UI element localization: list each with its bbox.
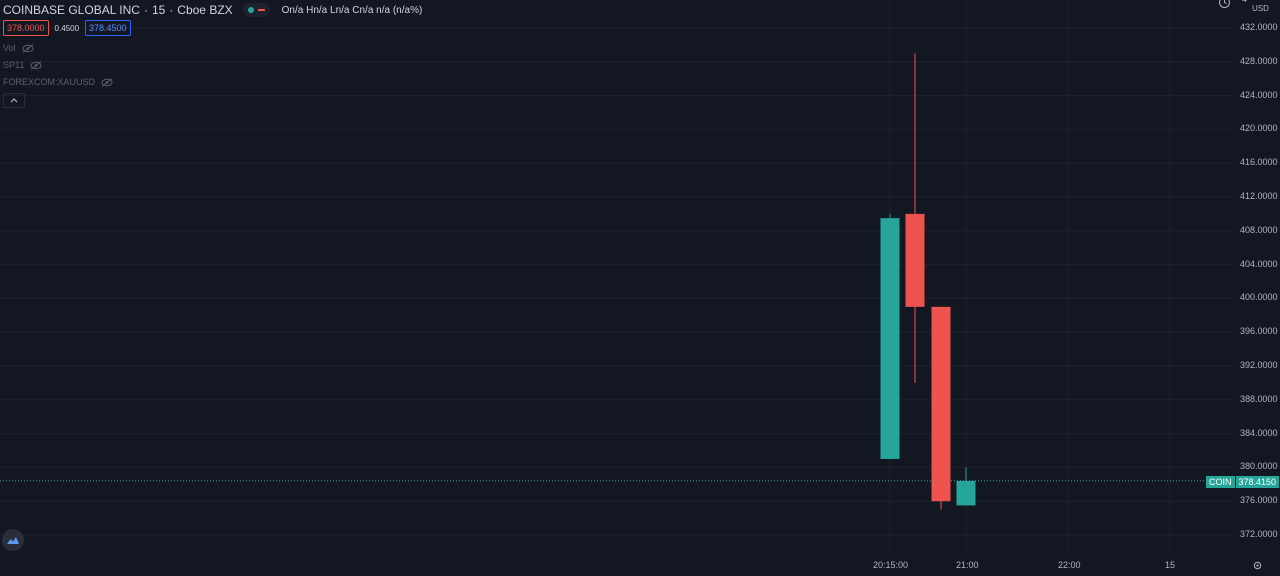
- ask-button[interactable]: 378.4500: [85, 20, 131, 36]
- minus-icon: [257, 9, 265, 11]
- spread-label: 0.4500: [54, 23, 80, 33]
- candle-body[interactable]: [956, 480, 976, 506]
- market-status-badge[interactable]: [242, 3, 270, 17]
- price-tick-label: 428.0000: [1240, 55, 1278, 66]
- interval-label[interactable]: 15: [152, 3, 165, 17]
- time-tick-label: 20:15:00: [873, 560, 909, 570]
- indicator-xauusd[interactable]: FOREXCOM:XAUUSD: [3, 77, 113, 87]
- time-tick-label: 22:00: [1058, 560, 1081, 570]
- price-tick-label: 392.0000: [1240, 360, 1278, 370]
- time-tick-label: 21:00: [956, 560, 979, 570]
- candle-body[interactable]: [931, 306, 951, 502]
- price-tick-label: 420.0000: [1240, 123, 1278, 134]
- tradingview-logo[interactable]: [2, 529, 24, 551]
- time-tick-label: 15: [1165, 560, 1176, 570]
- chart-canvas[interactable]: [0, 0, 1233, 555]
- hidden-eye-icon[interactable]: [22, 43, 34, 53]
- price-scale[interactable]: 432.0000 428.0000 424.0000 420.0000 416.0000…: [1233, 0, 1280, 576]
- ohlc-values: On/a Hn/a Ln/a Cn/a n/a (n/a%): [281, 4, 423, 16]
- price-tick-label: 404.0000: [1240, 258, 1278, 269]
- price-tick-label: 424.0000: [1240, 89, 1278, 100]
- last-price-tag: COIN 378.4150: [1206, 476, 1280, 488]
- price-tick-label: 376.0000: [1240, 495, 1278, 506]
- hidden-eye-icon[interactable]: [101, 77, 113, 87]
- gear-icon[interactable]: [1252, 560, 1263, 571]
- price-tick-label: 416.0000: [1240, 157, 1278, 168]
- price-tick-label: 372.0000: [1240, 529, 1278, 539]
- candle-body[interactable]: [905, 213, 925, 307]
- candle-body[interactable]: [880, 218, 900, 459]
- indicator-sp11[interactable]: SP11: [3, 60, 42, 70]
- price-tick-label: 432.0000: [1240, 22, 1278, 32]
- price-tick-label: 384.0000: [1240, 427, 1278, 438]
- last-price-symbol: COIN: [1206, 476, 1235, 488]
- price-tick-label: 388.0000: [1240, 393, 1278, 404]
- time-scale[interactable]: 20:15:00 21:00 22:00 15: [0, 555, 1233, 576]
- indicator-vol[interactable]: Vol: [3, 43, 34, 53]
- market-open-dot-icon: [247, 7, 254, 13]
- cloud-logo-icon: [7, 537, 19, 544]
- collapse-legend-button[interactable]: [3, 93, 25, 108]
- indicator-label: FOREXCOM:XAUUSD: [3, 77, 96, 87]
- top-partial-price: 4: [1242, 0, 1247, 4]
- legend-separator: ·: [169, 3, 174, 17]
- symbol-legend: COINBASE GLOBAL INC · 15 · Cboe BZX On/a…: [3, 3, 422, 17]
- price-tick-label: 400.0000: [1240, 292, 1278, 303]
- price-tick-label: 412.0000: [1240, 191, 1278, 201]
- indicator-label: Vol: [3, 43, 16, 53]
- exchange-label: Cboe BZX: [177, 3, 233, 17]
- price-tick-label: 396.0000: [1240, 326, 1278, 337]
- indicator-label: SP11: [3, 60, 25, 70]
- hidden-eye-icon[interactable]: [30, 60, 42, 70]
- clock-icon[interactable]: [1218, 0, 1231, 9]
- price-tick-label: 380.0000: [1240, 461, 1278, 472]
- currency-label[interactable]: USD: [1252, 4, 1269, 13]
- price-tick-label: 408.0000: [1240, 224, 1278, 235]
- legend-separator: ·: [143, 3, 148, 17]
- bid-ask-row: 378.0000 0.4500 378.4500: [3, 20, 131, 36]
- chevron-up-icon: [10, 98, 18, 103]
- chart-area[interactable]: [0, 0, 1233, 555]
- last-price-value: 378.4150: [1235, 476, 1280, 488]
- bid-button[interactable]: 378.0000: [3, 20, 49, 36]
- symbol-name[interactable]: COINBASE GLOBAL INC: [3, 3, 140, 17]
